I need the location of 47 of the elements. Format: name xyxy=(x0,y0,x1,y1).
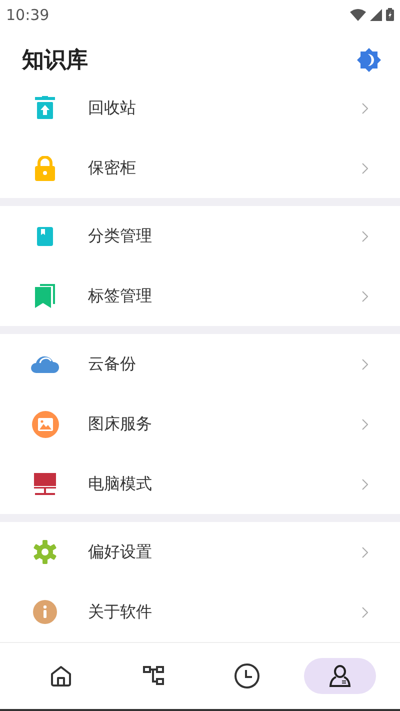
chevron-right-icon xyxy=(362,546,368,558)
signal-icon xyxy=(370,8,382,21)
profile-icon xyxy=(328,664,350,688)
menu-item[interactable]: 偏好设置 xyxy=(0,522,400,582)
recycle-bin-icon xyxy=(35,96,55,120)
menu-item-label: 回收站 xyxy=(88,98,137,119)
wifi-icon xyxy=(350,8,366,21)
menu-item-label: 分类管理 xyxy=(88,226,153,247)
menu-item-label: 云备份 xyxy=(88,354,137,375)
chevron-right-icon xyxy=(362,418,368,430)
menu-item-label: 偏好设置 xyxy=(88,542,153,563)
menu-item-label: 关于软件 xyxy=(88,602,153,623)
image-icon xyxy=(32,410,58,438)
menu-item[interactable]: 分类管理 xyxy=(0,206,400,266)
menu-item-label: 电脑模式 xyxy=(88,474,153,495)
chevron-right-icon xyxy=(362,102,368,114)
home-icon xyxy=(50,665,72,688)
settings-icon xyxy=(33,540,57,564)
page-title: 知识库 xyxy=(22,46,88,75)
theme-toggle-icon[interactable] xyxy=(356,46,382,73)
status-time: 10:39 xyxy=(6,6,50,24)
menu-item[interactable]: 保密柜 xyxy=(0,138,400,198)
menu-item[interactable]: 回收站 xyxy=(0,78,400,138)
monitor-icon xyxy=(34,473,56,496)
chevron-right-icon xyxy=(362,290,368,302)
chevron-right-icon xyxy=(362,478,368,490)
battery-icon xyxy=(386,8,394,22)
hierarchy-icon xyxy=(142,666,164,686)
menu-item[interactable]: 云备份 xyxy=(0,334,400,394)
menu-item[interactable]: 标签管理 xyxy=(0,266,400,326)
menu-item[interactable]: 图床服务 xyxy=(0,394,400,454)
chevron-right-icon xyxy=(362,358,368,370)
padlock-icon xyxy=(35,156,55,181)
menu-item[interactable]: 电脑模式 xyxy=(0,454,400,514)
nav-tab[interactable] xyxy=(304,658,376,694)
menu-item[interactable]: 关于软件 xyxy=(0,582,400,642)
clock-icon xyxy=(234,663,260,690)
bookmark-icon xyxy=(35,284,55,308)
chevron-right-icon xyxy=(362,162,368,174)
info-icon xyxy=(33,600,57,624)
menu-item-label: 保密柜 xyxy=(88,158,137,179)
menu-item-label: 标签管理 xyxy=(88,286,153,307)
chevron-right-icon xyxy=(362,606,368,618)
cloud-icon xyxy=(31,355,59,374)
chevron-right-icon xyxy=(362,230,368,242)
book-icon xyxy=(37,226,53,246)
menu-item-label: 图床服务 xyxy=(88,414,153,435)
